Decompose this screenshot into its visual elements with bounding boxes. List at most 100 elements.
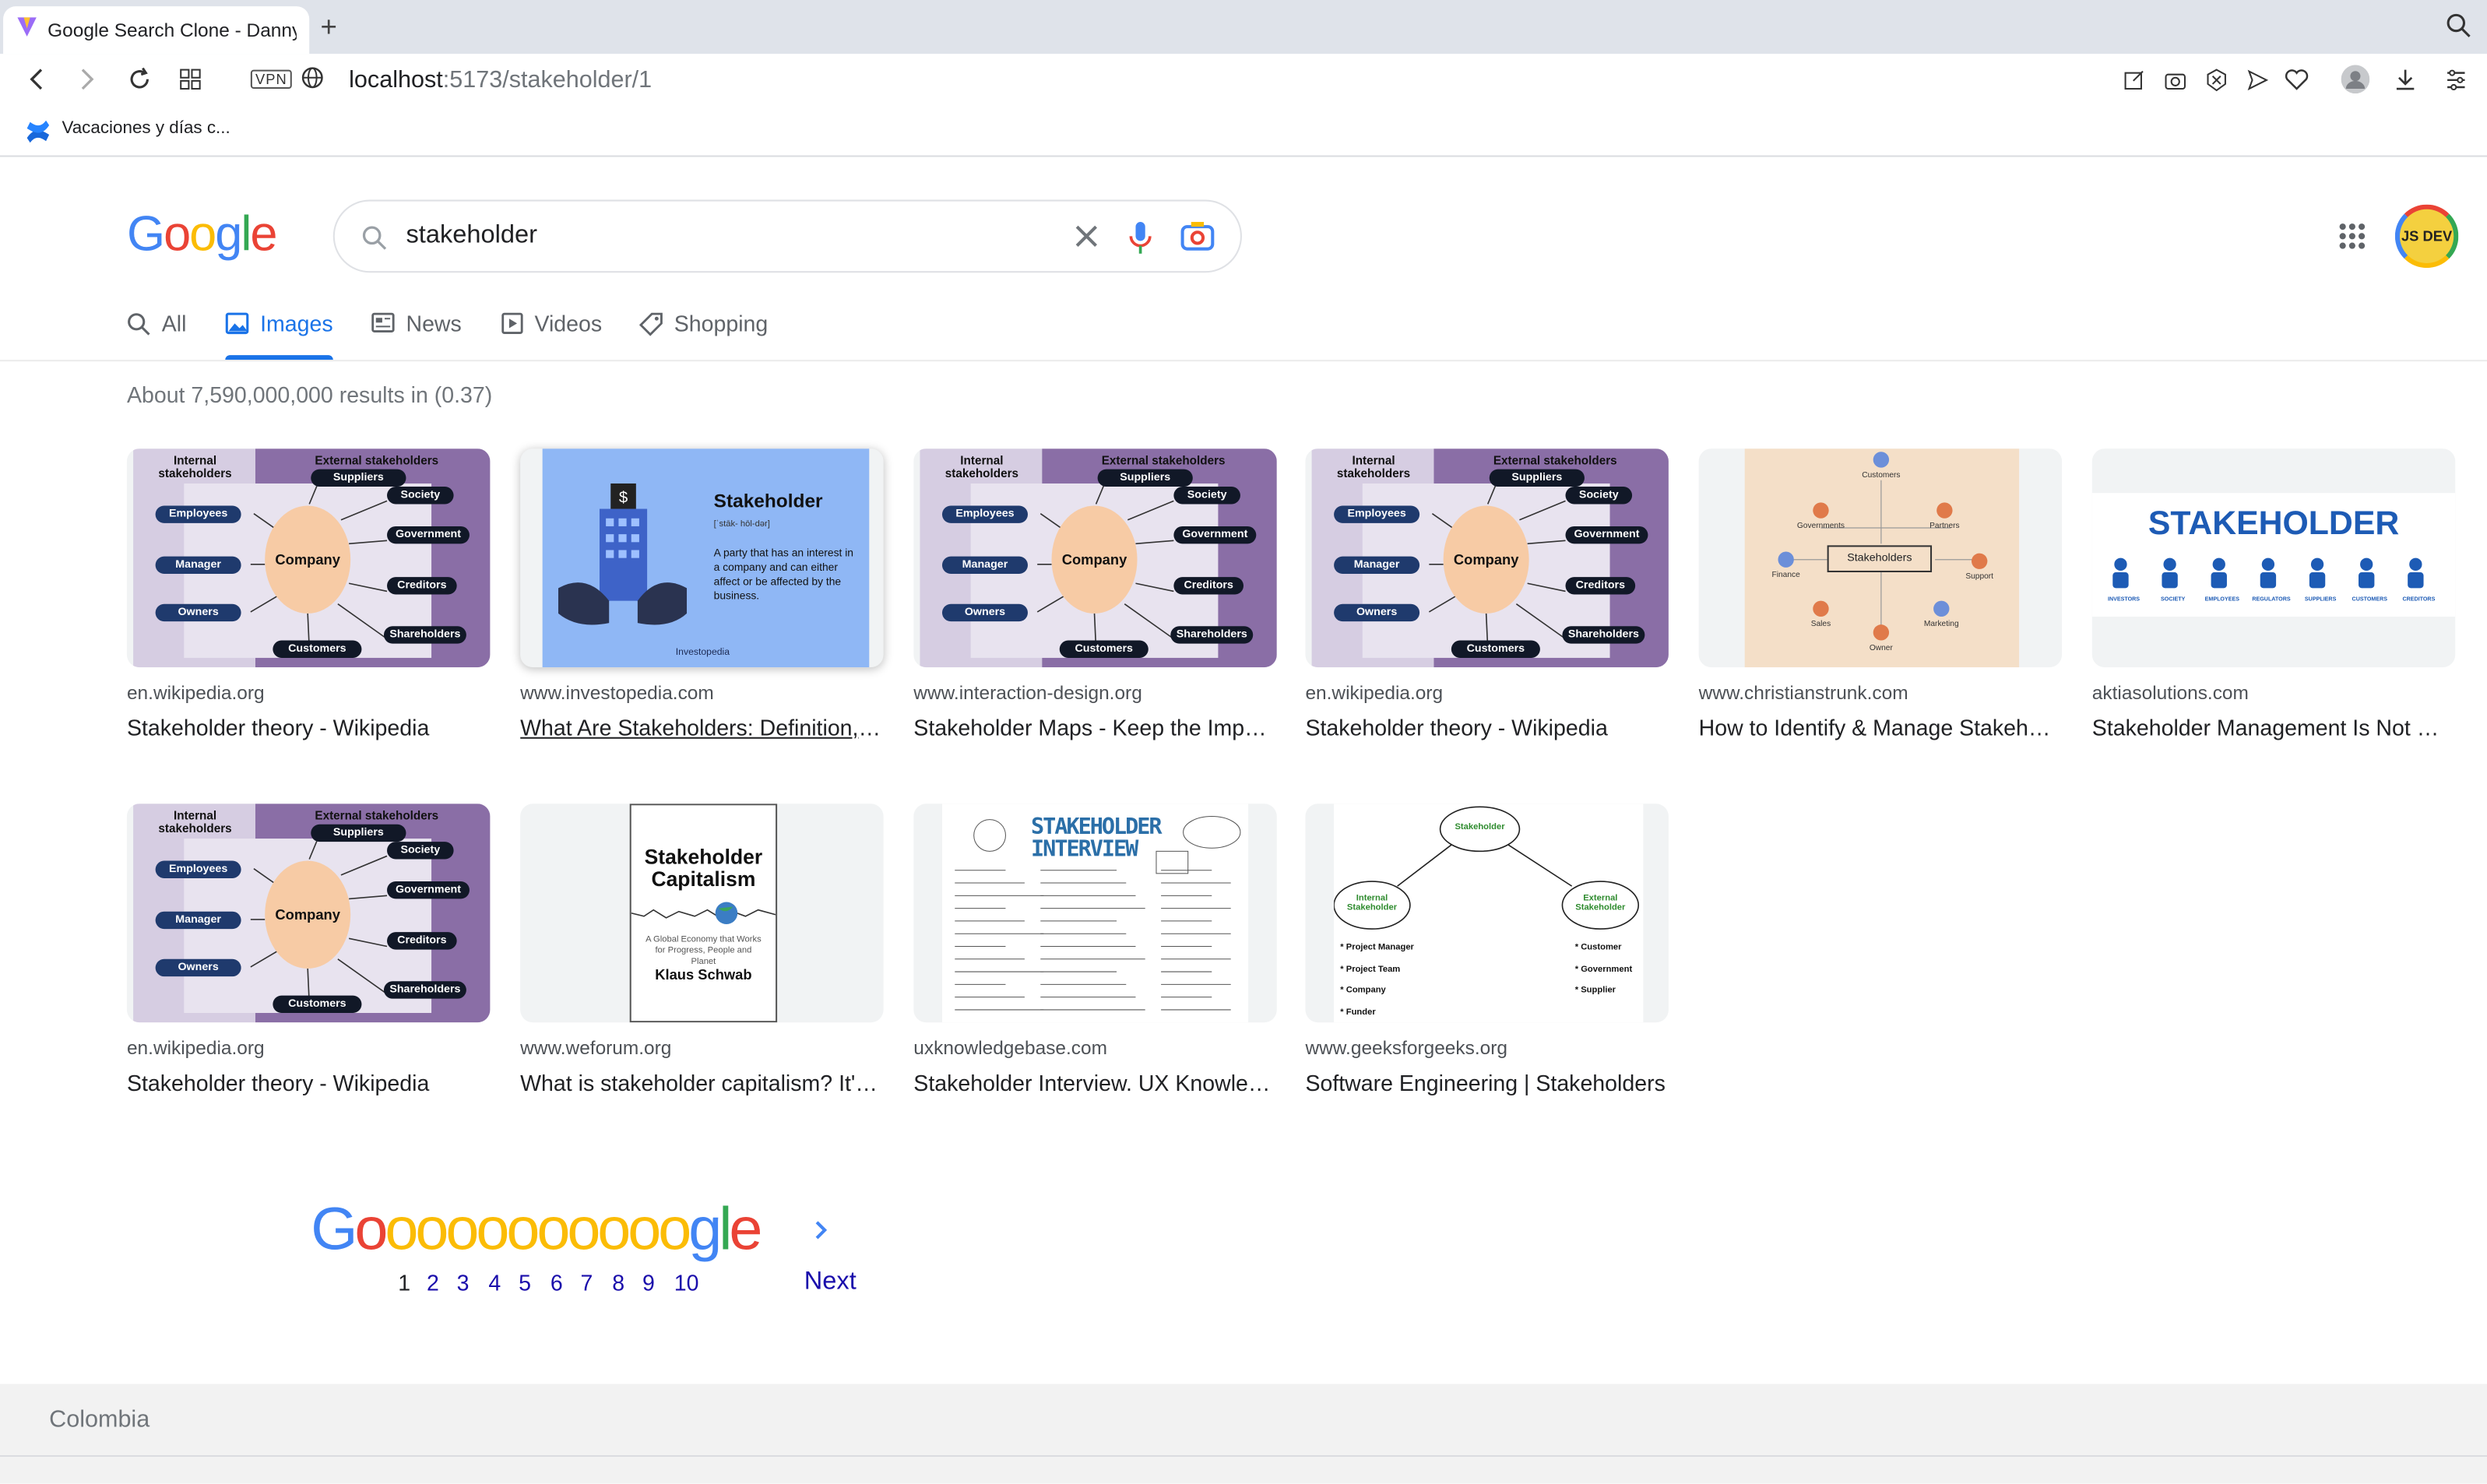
reload-icon[interactable]: [127, 67, 153, 100]
result-thumbnail[interactable]: STAKEHOLDER INVESTORS SOCIETY EMPLOYEES REGU…: [2091, 448, 2456, 668]
address-bar[interactable]: localhost:5173/stakeholder/1: [349, 67, 652, 94]
image-result-card[interactable]: Stakeholder Capitalism A Global Economy t…: [520, 804, 884, 1095]
result-thumbnail[interactable]: Stakeholders Customers Governments Partners…: [1698, 448, 2063, 668]
result-title[interactable]: How to Identify & Manage Stakeholders: [1699, 715, 2062, 740]
result-thumbnail[interactable]: Stakeholder Internal Stakeholder External …: [1305, 804, 1669, 1023]
download-icon[interactable]: [2394, 69, 2418, 100]
result-site[interactable]: www.weforum.org: [520, 1037, 883, 1060]
result-thumbnail[interactable]: Internal stakeholders External stakeholde…: [126, 804, 491, 1023]
page-link[interactable]: 8: [612, 1270, 624, 1296]
tab-images[interactable]: Images: [225, 306, 333, 360]
image-result-card[interactable]: Stakeholders Customers Governments Partners…: [1698, 448, 2063, 740]
next-link[interactable]: Next: [804, 1268, 857, 1297]
gfg-root: Stakeholder: [1455, 822, 1505, 832]
apps-grid-icon[interactable]: [2338, 222, 2367, 258]
search-input[interactable]: stakeholder: [406, 222, 536, 251]
tab-shopping[interactable]: Shopping: [638, 306, 774, 360]
result-thumbnail[interactable]: Internal stakeholders External stakeholde…: [126, 448, 491, 668]
search-box[interactable]: stakeholder: [332, 199, 1242, 273]
result-thumbnail[interactable]: Stakeholder Capitalism A Global Economy t…: [520, 804, 884, 1023]
microphone-icon[interactable]: [1127, 220, 1153, 263]
clear-icon[interactable]: [1072, 222, 1101, 258]
result-title[interactable]: Stakeholder Management Is Not What You T…: [2092, 715, 2455, 740]
heart-icon[interactable]: [2284, 69, 2309, 100]
diagram-node: Society: [1173, 487, 1240, 505]
gfg-item: * Funder: [1340, 1007, 1376, 1018]
result-thumbnail[interactable]: Internal stakeholders External stakeholde…: [913, 448, 1277, 668]
bookmark-item[interactable]: Vacaciones y días c...: [62, 119, 230, 138]
tab-all[interactable]: All: [127, 306, 190, 360]
image-result-card[interactable]: Internal stakeholders External stakeholde…: [913, 448, 1277, 740]
thumb-center: Stakeholders: [1827, 545, 1933, 572]
page-link[interactable]: 7: [581, 1270, 593, 1296]
result-site[interactable]: www.investopedia.com: [520, 681, 883, 704]
tab-label: News: [406, 311, 462, 336]
page-link[interactable]: 4: [488, 1270, 501, 1296]
pager-logo-letter: o: [536, 1197, 570, 1264]
image-result-card[interactable]: Internal stakeholders External stakeholde…: [126, 448, 491, 740]
new-tab-icon[interactable]: +: [320, 11, 336, 44]
google-logo[interactable]: Google: [127, 206, 278, 263]
globe-icon[interactable]: [301, 67, 324, 97]
forward-icon[interactable]: [76, 67, 99, 100]
page-link[interactable]: 10: [674, 1270, 699, 1296]
pager-logo-letter: e: [729, 1197, 762, 1264]
page-link[interactable]: 9: [642, 1270, 655, 1296]
thumb-label: INVESTORS: [2107, 596, 2141, 603]
send-icon[interactable]: [2246, 69, 2270, 100]
page-link[interactable]: 5: [519, 1270, 531, 1296]
result-site[interactable]: aktiasolutions.com: [2092, 681, 2455, 704]
thumb-label: EMPLOYEES: [2204, 596, 2240, 603]
image-result-card[interactable]: $ Stakeholder [ˈstāk- hōl-dər] A party that…: [520, 448, 884, 740]
diagram-node: Creditors: [1173, 577, 1244, 595]
result-title[interactable]: Stakeholder Interview. UX Knowledge Base…: [913, 1070, 1276, 1095]
vpn-badge[interactable]: VPN: [250, 69, 292, 90]
chevron-right-icon[interactable]: [814, 1219, 829, 1250]
page-link[interactable]: 2: [427, 1270, 439, 1296]
result-title[interactable]: Stakeholder theory - Wikipedia: [127, 715, 490, 740]
result-thumbnail[interactable]: Internal stakeholders External stakeholde…: [1305, 448, 1669, 668]
settings-icon[interactable]: [2444, 69, 2468, 100]
tabs-divider: [0, 360, 2487, 362]
page-link[interactable]: 1: [398, 1270, 410, 1296]
result-title[interactable]: Software Engineering | Stakeholders: [1305, 1070, 1668, 1095]
tiles-icon[interactable]: [178, 67, 203, 100]
result-site[interactable]: en.wikipedia.org: [127, 681, 490, 704]
diagram-node: Manager: [941, 556, 1028, 575]
image-result-card[interactable]: Stakeholder Internal Stakeholder External …: [1305, 804, 1669, 1095]
image-result-card[interactable]: STAKEHOLDER INTERVIEW uxknowledgebase.com…: [913, 804, 1277, 1095]
page-link[interactable]: 6: [551, 1270, 563, 1296]
profile-icon[interactable]: [2341, 65, 2370, 101]
camera-icon[interactable]: [2163, 69, 2187, 100]
node-dot: [1873, 452, 1890, 468]
result-site[interactable]: www.geeksforgeeks.org: [1305, 1037, 1668, 1060]
image-result-card[interactable]: Internal stakeholders External stakeholde…: [126, 804, 491, 1095]
tab-search-icon[interactable]: [2446, 12, 2471, 46]
result-title[interactable]: Stakeholder theory - Wikipedia: [127, 1070, 490, 1095]
result-site[interactable]: www.interaction-design.org: [913, 681, 1276, 704]
result-title[interactable]: Stakeholder Maps - Keep the Important Pe…: [913, 715, 1276, 740]
edit-icon[interactable]: [2123, 69, 2147, 100]
browser-tab[interactable]: Google Search Clone - Danny V: [3, 6, 310, 55]
image-result-card[interactable]: STAKEHOLDER INVESTORS SOCIETY EMPLOYEES REGU…: [2091, 448, 2456, 740]
tab-news[interactable]: News: [371, 306, 466, 360]
result-site[interactable]: www.christianstrunk.com: [1699, 681, 2062, 704]
block-icon[interactable]: [2204, 69, 2228, 100]
image-result-card[interactable]: Internal stakeholders External stakeholde…: [1305, 448, 1669, 740]
tab-videos[interactable]: Videos: [501, 306, 613, 360]
thumb-label: CREDITORS: [2402, 596, 2436, 603]
result-title[interactable]: What Are Stakeholders: Definition, Types…: [520, 715, 883, 740]
result-title[interactable]: Stakeholder theory - Wikipedia: [1305, 715, 1668, 740]
bookmarks-bar: Vacaciones y días c...: [0, 107, 2487, 157]
back-icon[interactable]: [26, 67, 48, 100]
result-title[interactable]: What is stakeholder capitalism? It's his…: [520, 1070, 883, 1095]
avatar[interactable]: JS DEV: [2394, 204, 2459, 269]
result-site[interactable]: en.wikipedia.org: [127, 1037, 490, 1060]
result-thumbnail[interactable]: STAKEHOLDER INTERVIEW: [913, 804, 1277, 1023]
result-site[interactable]: en.wikipedia.org: [1305, 681, 1668, 704]
camera-lens-icon[interactable]: [1180, 220, 1215, 260]
result-thumbnail[interactable]: $ Stakeholder [ˈstāk- hōl-dər] A party that…: [520, 448, 884, 668]
diagram-center: Company: [265, 860, 351, 969]
result-site[interactable]: uxknowledgebase.com: [913, 1037, 1276, 1060]
page-link[interactable]: 3: [457, 1270, 470, 1296]
